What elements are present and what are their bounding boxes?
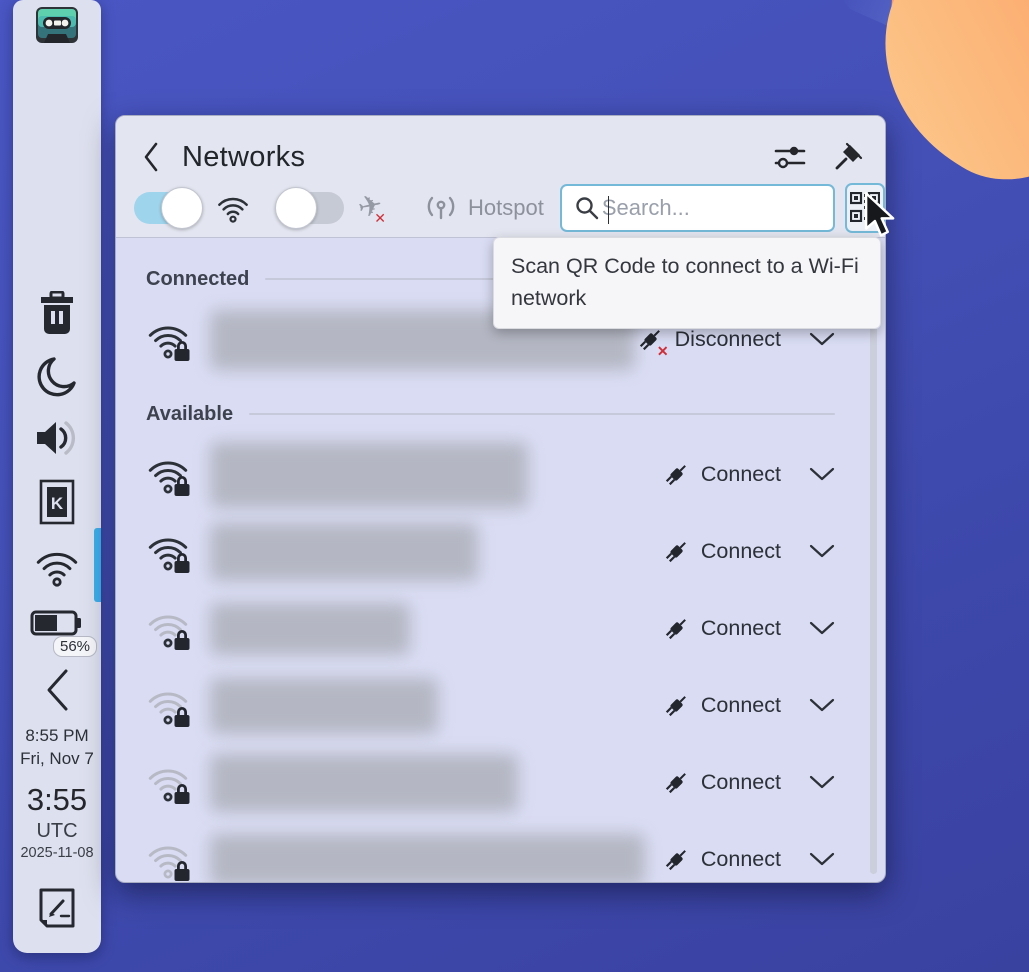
- svg-text:K: K: [51, 494, 64, 513]
- network-row: ✕ Connect: [146, 590, 835, 667]
- network-row: ✕ Connect: [146, 744, 835, 821]
- utc-date: 2025-11-08: [13, 845, 101, 861]
- wifi-signal-icon: [146, 683, 198, 729]
- wifi-signal-icon: [146, 529, 198, 575]
- search-box: [560, 184, 835, 232]
- panel-expand-chevron-icon[interactable]: [44, 668, 70, 712]
- popup-header: Networks: [116, 116, 885, 238]
- network-row: ✕ Connect: [146, 821, 835, 883]
- expand-network-details-button[interactable]: [809, 852, 835, 867]
- disconnect-x-mark: ✕: [657, 343, 669, 360]
- network-action-label: Disconnect: [675, 327, 781, 352]
- scrollbar-thumb[interactable]: [870, 256, 877, 874]
- network-name-redacted: [210, 603, 410, 655]
- network-row: ✕ Connect: [146, 513, 835, 590]
- qr-tooltip: Scan QR Code to connect to a Wi-Fi netwo…: [493, 237, 881, 329]
- network-action-label: Connect: [701, 616, 781, 641]
- battery-icon[interactable]: [30, 608, 84, 638]
- expand-network-details-button[interactable]: [809, 467, 835, 482]
- network-name-redacted: [210, 834, 645, 884]
- section-available: Available: [146, 398, 835, 430]
- network-action-button[interactable]: ✕ Connect: [663, 693, 781, 719]
- popup-title: Networks: [182, 141, 305, 174]
- wifi-tray-icon[interactable]: [31, 540, 83, 588]
- search-input[interactable]: [600, 186, 886, 230]
- expand-network-details-button[interactable]: [809, 698, 835, 713]
- network-action-label: Connect: [701, 847, 781, 872]
- section-available-label: Available: [146, 403, 233, 426]
- plug-icon: ✕: [637, 327, 663, 353]
- local-time: 8:55 PM: [13, 725, 101, 748]
- wifi-icon: [214, 189, 252, 228]
- wifi-signal-icon: [146, 837, 198, 883]
- utc-zone-label: UTC: [13, 820, 101, 843]
- local-clock[interactable]: 8:55 PM Fri, Nov 7: [13, 725, 101, 771]
- k-app-icon[interactable]: K: [37, 478, 77, 526]
- network-row: ✕ Connect: [146, 667, 835, 744]
- mouse-cursor: [864, 192, 898, 243]
- wifi-signal-icon: [146, 606, 198, 652]
- notes-icon[interactable]: [33, 884, 81, 932]
- network-name-redacted: [210, 523, 478, 581]
- expand-network-details-button[interactable]: [809, 332, 835, 347]
- network-action-label: Connect: [701, 770, 781, 795]
- network-action-label: Connect: [701, 693, 781, 718]
- battery-percwhile-badge: 56%: [53, 636, 97, 657]
- airplane-mode-toggle[interactable]: [280, 192, 344, 224]
- trash-icon[interactable]: [36, 291, 78, 337]
- plug-icon: ✕: [663, 462, 689, 488]
- wifi-signal-icon: [146, 317, 198, 363]
- network-action-label: Connect: [701, 462, 781, 487]
- back-button[interactable]: [142, 141, 160, 173]
- configure-sliders-button[interactable]: [773, 143, 807, 171]
- hotspot-button[interactable]: Hotspot: [426, 191, 544, 226]
- airplane-mode-icon: ✈ ✕: [358, 189, 384, 227]
- network-name-redacted: [210, 442, 528, 508]
- night-light-icon[interactable]: [34, 355, 80, 401]
- network-action-button[interactable]: ✕ Connect: [663, 539, 781, 565]
- networks-popup: Networks: [115, 115, 886, 883]
- active-applet-indicator: [94, 528, 101, 602]
- network-action-button[interactable]: ✕ Disconnect: [637, 327, 781, 353]
- section-divider: [249, 413, 835, 415]
- expand-network-details-button[interactable]: [809, 775, 835, 790]
- local-date: Fri, Nov 7: [13, 748, 101, 771]
- network-action-button[interactable]: ✕ Connect: [663, 770, 781, 796]
- network-action-button[interactable]: ✕ Connect: [663, 847, 781, 873]
- expand-network-details-button[interactable]: [809, 544, 835, 559]
- network-action-button[interactable]: ✕ Connect: [663, 462, 781, 488]
- expand-network-details-button[interactable]: [809, 621, 835, 636]
- hotspot-label: Hotspot: [468, 195, 544, 221]
- plug-icon: ✕: [663, 770, 689, 796]
- volume-icon[interactable]: [33, 416, 81, 460]
- plug-icon: ✕: [663, 693, 689, 719]
- popup-toolbar: ✈ ✕ Hotspot: [116, 182, 885, 234]
- pin-popup-button[interactable]: [833, 142, 863, 172]
- hotspot-icon: [426, 191, 456, 226]
- utc-clock[interactable]: 3:55 UTC 2025-11-08: [13, 782, 101, 861]
- taskbar-panel: K 56% 8:55 PM Fri, Nov 7 3:55 UTC 2025-1…: [13, 0, 101, 953]
- section-connected-label: Connected: [146, 268, 249, 291]
- wifi-signal-icon: [146, 452, 198, 498]
- network-name-redacted: [210, 678, 438, 734]
- plug-icon: ✕: [663, 539, 689, 565]
- wifi-signal-icon: [146, 760, 198, 806]
- wifi-toggle[interactable]: [134, 192, 198, 224]
- search-icon: [574, 195, 600, 221]
- plug-icon: ✕: [663, 616, 689, 642]
- network-row: ✕ Connect: [146, 436, 835, 513]
- utc-time: 3:55: [13, 782, 101, 818]
- plug-icon: ✕: [663, 847, 689, 873]
- network-action-button[interactable]: ✕ Connect: [663, 616, 781, 642]
- network-list: Connected: [116, 239, 885, 882]
- cassette-app-icon[interactable]: [34, 4, 80, 46]
- network-name-redacted: [210, 754, 518, 812]
- network-action-label: Connect: [701, 539, 781, 564]
- text-caret: [608, 196, 610, 224]
